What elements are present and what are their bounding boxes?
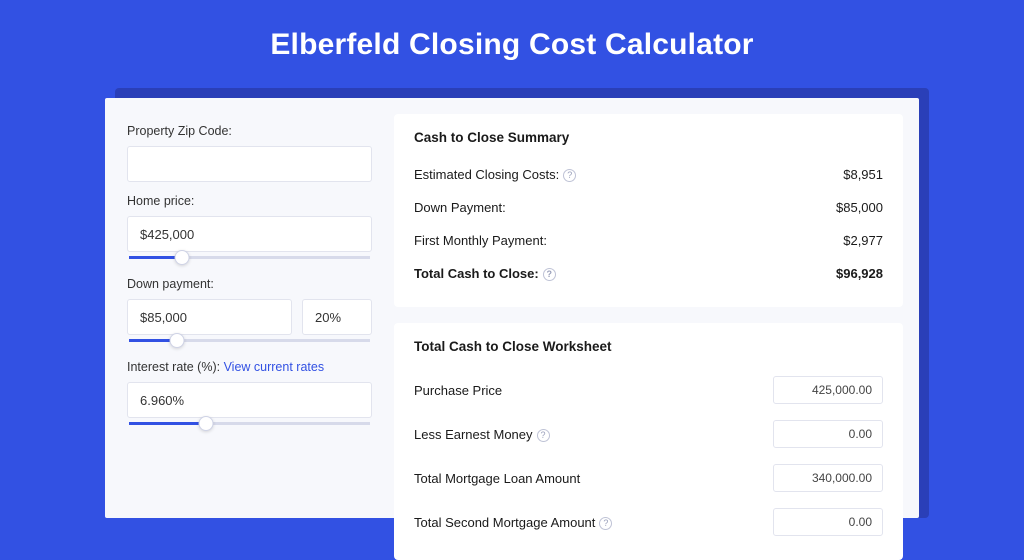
summary-panel: Cash to Close Summary Estimated Closing …: [394, 114, 903, 307]
summary-row-label: Total Cash to Close:?: [414, 266, 556, 281]
worksheet-row-value[interactable]: 340,000.00: [773, 464, 883, 492]
interest-group: Interest rate (%): View current rates: [127, 360, 372, 425]
interest-label-text: Interest rate (%):: [127, 360, 224, 374]
interest-input[interactable]: [127, 382, 372, 418]
summary-row-label: First Monthly Payment:: [414, 233, 547, 248]
worksheet-row-label: Total Mortgage Loan Amount: [414, 471, 580, 486]
help-icon[interactable]: ?: [599, 517, 612, 530]
slider-thumb[interactable]: [170, 333, 185, 348]
worksheet-panel: Total Cash to Close Worksheet Purchase P…: [394, 323, 903, 560]
zip-input[interactable]: [127, 146, 372, 182]
home-price-group: Home price:: [127, 194, 372, 259]
slider-thumb[interactable]: [175, 250, 190, 265]
slider-fill: [129, 422, 206, 425]
help-icon[interactable]: ?: [543, 268, 556, 281]
worksheet-row: Total Second Mortgage Amount? 0.00: [414, 500, 883, 544]
summary-row: First Monthly Payment: $2,977: [414, 225, 883, 258]
summary-row-label: Down Payment:: [414, 200, 506, 215]
summary-row-value: $2,977: [843, 233, 883, 248]
interest-slider[interactable]: [129, 422, 370, 425]
interest-label: Interest rate (%): View current rates: [127, 360, 372, 374]
worksheet-row-label: Less Earnest Money?: [414, 427, 550, 442]
zip-label: Property Zip Code:: [127, 124, 372, 138]
down-payment-label: Down payment:: [127, 277, 372, 291]
inputs-column: Property Zip Code: Home price: Down paym…: [121, 114, 376, 502]
summary-row-value: $96,928: [836, 266, 883, 281]
summary-row-value: $85,000: [836, 200, 883, 215]
summary-row-value: $8,951: [843, 167, 883, 182]
down-payment-input[interactable]: [127, 299, 292, 335]
down-payment-slider[interactable]: [129, 339, 370, 342]
down-payment-group: Down payment:: [127, 277, 372, 342]
summary-row-label: Estimated Closing Costs:?: [414, 167, 576, 182]
summary-row: Down Payment: $85,000: [414, 192, 883, 225]
summary-row: Total Cash to Close:? $96,928: [414, 258, 883, 291]
worksheet-row-value[interactable]: 0.00: [773, 508, 883, 536]
page-title: Elberfeld Closing Cost Calculator: [0, 0, 1024, 84]
home-price-slider[interactable]: [129, 256, 370, 259]
view-rates-link[interactable]: View current rates: [224, 360, 325, 374]
worksheet-row: Purchase Price 425,000.00: [414, 368, 883, 412]
slider-thumb[interactable]: [199, 416, 214, 431]
help-icon[interactable]: ?: [563, 169, 576, 182]
calculator-card: Property Zip Code: Home price: Down paym…: [105, 98, 919, 518]
zip-group: Property Zip Code:: [127, 124, 372, 186]
worksheet-row-value[interactable]: 0.00: [773, 420, 883, 448]
home-price-input[interactable]: [127, 216, 372, 252]
results-column: Cash to Close Summary Estimated Closing …: [394, 114, 903, 502]
worksheet-row-value[interactable]: 425,000.00: [773, 376, 883, 404]
worksheet-title: Total Cash to Close Worksheet: [414, 339, 883, 354]
worksheet-row-label: Purchase Price: [414, 383, 502, 398]
help-icon[interactable]: ?: [537, 429, 550, 442]
summary-row: Estimated Closing Costs:? $8,951: [414, 159, 883, 192]
worksheet-row-label: Total Second Mortgage Amount?: [414, 515, 612, 530]
home-price-label: Home price:: [127, 194, 372, 208]
worksheet-row: Less Earnest Money? 0.00: [414, 412, 883, 456]
summary-title: Cash to Close Summary: [414, 130, 883, 145]
down-payment-pct-input[interactable]: [302, 299, 372, 335]
worksheet-row: Total Mortgage Loan Amount 340,000.00: [414, 456, 883, 500]
